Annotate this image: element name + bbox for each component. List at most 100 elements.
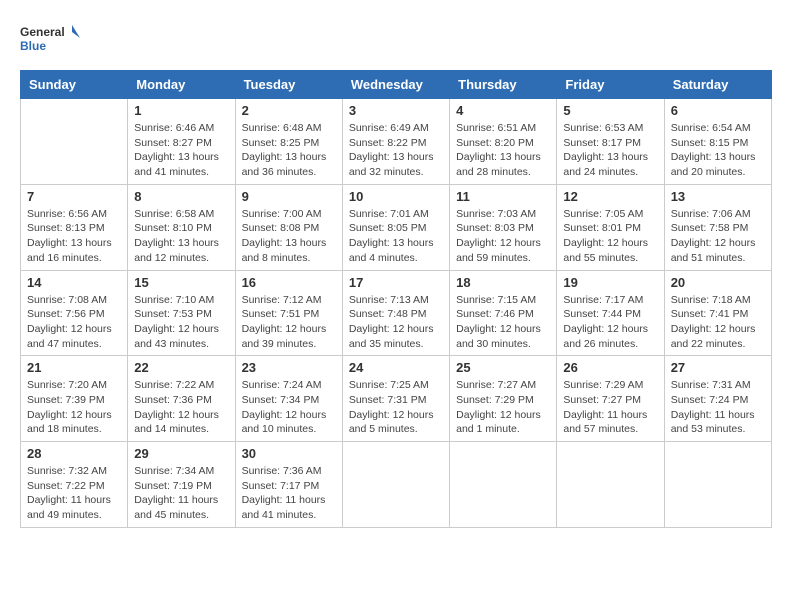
calendar-week-row: 7 Sunrise: 6:56 AMSunset: 8:13 PMDaylight… — [21, 184, 772, 270]
calendar-day-cell: 13Sunrise: 7:06 AMSunset: 7:58 PMDayligh… — [664, 184, 771, 270]
day-number: 18 — [456, 275, 550, 290]
day-number: 23 — [242, 360, 336, 375]
calendar-day-cell: 8Sunrise: 6:58 AMSunset: 8:10 PMDaylight… — [128, 184, 235, 270]
weekday-header-sunday: Sunday — [21, 71, 128, 99]
day-number: 13 — [671, 189, 765, 204]
day-number: 24 — [349, 360, 443, 375]
calendar-day-cell: 11Sunrise: 7:03 AMSunset: 8:03 PMDayligh… — [450, 184, 557, 270]
day-info: Sunrise: 7:00 AMSunset: 8:08 PMDaylight:… — [242, 207, 336, 266]
weekday-header-saturday: Saturday — [664, 71, 771, 99]
weekday-header-friday: Friday — [557, 71, 664, 99]
day-info: Sunrise: 6:56 AMSunset: 8:13 PMDaylight:… — [27, 207, 121, 266]
calendar-week-row: 1 Sunrise: 6:46 AMSunset: 8:27 PMDaylight… — [21, 99, 772, 185]
day-info: Sunrise: 6:58 AMSunset: 8:10 PMDaylight:… — [134, 207, 228, 266]
calendar-week-row: 28 Sunrise: 7:32 AMSunset: 7:22 PMDayligh… — [21, 442, 772, 528]
calendar-day-cell: 7 Sunrise: 6:56 AMSunset: 8:13 PMDaylight… — [21, 184, 128, 270]
weekday-header-monday: Monday — [128, 71, 235, 99]
calendar-empty-cell — [557, 442, 664, 528]
day-info: Sunrise: 7:18 AMSunset: 7:41 PMDaylight:… — [671, 293, 765, 352]
day-info: Sunrise: 7:05 AMSunset: 8:01 PMDaylight:… — [563, 207, 657, 266]
calendar-day-cell: 5Sunrise: 6:53 AMSunset: 8:17 PMDaylight… — [557, 99, 664, 185]
day-info: Sunrise: 7:34 AMSunset: 7:19 PMDaylight:… — [134, 464, 228, 523]
calendar-day-cell: 15 Sunrise: 7:10 AMSunset: 7:53 PMDayligh… — [128, 270, 235, 356]
day-info: Sunrise: 6:48 AMSunset: 8:25 PMDaylight:… — [242, 121, 336, 180]
calendar-week-row: 14 Sunrise: 7:08 AMSunset: 7:56 PMDayligh… — [21, 270, 772, 356]
logo: General Blue — [20, 20, 80, 60]
day-number: 15 — [134, 275, 228, 290]
day-number: 9 — [242, 189, 336, 204]
day-number: 30 — [242, 446, 336, 461]
calendar-day-cell: 19Sunrise: 7:17 AMSunset: 7:44 PMDayligh… — [557, 270, 664, 356]
calendar-day-cell: 21 Sunrise: 7:20 AMSunset: 7:39 PMDayligh… — [21, 356, 128, 442]
day-info: Sunrise: 7:13 AMSunset: 7:48 PMDaylight:… — [349, 293, 443, 352]
calendar-day-cell: 30 Sunrise: 7:36 AMSunset: 7:17 PMDayligh… — [235, 442, 342, 528]
day-number: 6 — [671, 103, 765, 118]
day-info: Sunrise: 7:25 AMSunset: 7:31 PMDaylight:… — [349, 378, 443, 437]
calendar-day-cell: 2 Sunrise: 6:48 AMSunset: 8:25 PMDaylight… — [235, 99, 342, 185]
day-info: Sunrise: 7:12 AMSunset: 7:51 PMDaylight:… — [242, 293, 336, 352]
day-info: Sunrise: 7:29 AMSunset: 7:27 PMDaylight:… — [563, 378, 657, 437]
svg-text:Blue: Blue — [20, 39, 46, 53]
day-number: 26 — [563, 360, 657, 375]
calendar-day-cell: 4 Sunrise: 6:51 AMSunset: 8:20 PMDaylight… — [450, 99, 557, 185]
calendar-day-cell: 24 Sunrise: 7:25 AMSunset: 7:31 PMDayligh… — [342, 356, 449, 442]
calendar-empty-cell — [450, 442, 557, 528]
calendar-day-cell: 16 Sunrise: 7:12 AMSunset: 7:51 PMDayligh… — [235, 270, 342, 356]
day-info: Sunrise: 6:46 AMSunset: 8:27 PMDaylight:… — [134, 121, 228, 180]
day-number: 27 — [671, 360, 765, 375]
calendar-header-row: SundayMondayTuesdayWednesdayThursdayFrid… — [21, 71, 772, 99]
calendar-empty-cell — [664, 442, 771, 528]
day-number: 16 — [242, 275, 336, 290]
day-info: Sunrise: 7:20 AMSunset: 7:39 PMDaylight:… — [27, 378, 121, 437]
day-info: Sunrise: 7:10 AMSunset: 7:53 PMDaylight:… — [134, 293, 228, 352]
day-number: 17 — [349, 275, 443, 290]
calendar-day-cell: 18 Sunrise: 7:15 AMSunset: 7:46 PMDayligh… — [450, 270, 557, 356]
calendar-day-cell: 17 Sunrise: 7:13 AMSunset: 7:48 PMDayligh… — [342, 270, 449, 356]
day-number: 20 — [671, 275, 765, 290]
day-info: Sunrise: 6:51 AMSunset: 8:20 PMDaylight:… — [456, 121, 550, 180]
day-number: 5 — [563, 103, 657, 118]
day-number: 25 — [456, 360, 550, 375]
calendar-table: SundayMondayTuesdayWednesdayThursdayFrid… — [20, 70, 772, 528]
day-info: Sunrise: 7:32 AMSunset: 7:22 PMDaylight:… — [27, 464, 121, 523]
day-number: 2 — [242, 103, 336, 118]
day-info: Sunrise: 7:27 AMSunset: 7:29 PMDaylight:… — [456, 378, 550, 437]
day-info: Sunrise: 7:36 AMSunset: 7:17 PMDaylight:… — [242, 464, 336, 523]
day-info: Sunrise: 7:22 AMSunset: 7:36 PMDaylight:… — [134, 378, 228, 437]
logo-icon: General Blue — [20, 20, 80, 60]
day-number: 1 — [134, 103, 228, 118]
calendar-day-cell: 22Sunrise: 7:22 AMSunset: 7:36 PMDayligh… — [128, 356, 235, 442]
calendar-day-cell: 27 Sunrise: 7:31 AMSunset: 7:24 PMDayligh… — [664, 356, 771, 442]
calendar-day-cell: 1 Sunrise: 6:46 AMSunset: 8:27 PMDaylight… — [128, 99, 235, 185]
day-info: Sunrise: 7:24 AMSunset: 7:34 PMDaylight:… — [242, 378, 336, 437]
day-number: 28 — [27, 446, 121, 461]
day-number: 21 — [27, 360, 121, 375]
weekday-header-thursday: Thursday — [450, 71, 557, 99]
day-info: Sunrise: 7:15 AMSunset: 7:46 PMDaylight:… — [456, 293, 550, 352]
day-number: 7 — [27, 189, 121, 204]
day-info: Sunrise: 6:54 AMSunset: 8:15 PMDaylight:… — [671, 121, 765, 180]
day-number: 11 — [456, 189, 550, 204]
page-header: General Blue — [20, 20, 772, 60]
day-info: Sunrise: 7:08 AMSunset: 7:56 PMDaylight:… — [27, 293, 121, 352]
day-number: 29 — [134, 446, 228, 461]
day-info: Sunrise: 7:31 AMSunset: 7:24 PMDaylight:… — [671, 378, 765, 437]
day-number: 19 — [563, 275, 657, 290]
weekday-header-tuesday: Tuesday — [235, 71, 342, 99]
calendar-day-cell: 26 Sunrise: 7:29 AMSunset: 7:27 PMDayligh… — [557, 356, 664, 442]
calendar-day-cell: 9 Sunrise: 7:00 AMSunset: 8:08 PMDaylight… — [235, 184, 342, 270]
svg-text:General: General — [20, 25, 65, 39]
calendar-day-cell: 25 Sunrise: 7:27 AMSunset: 7:29 PMDayligh… — [450, 356, 557, 442]
calendar-day-cell: 23 Sunrise: 7:24 AMSunset: 7:34 PMDayligh… — [235, 356, 342, 442]
day-number: 14 — [27, 275, 121, 290]
weekday-header-wednesday: Wednesday — [342, 71, 449, 99]
calendar-empty-cell — [342, 442, 449, 528]
calendar-day-cell: 29 Sunrise: 7:34 AMSunset: 7:19 PMDayligh… — [128, 442, 235, 528]
calendar-day-cell: 6 Sunrise: 6:54 AMSunset: 8:15 PMDaylight… — [664, 99, 771, 185]
day-info: Sunrise: 6:49 AMSunset: 8:22 PMDaylight:… — [349, 121, 443, 180]
calendar-week-row: 21 Sunrise: 7:20 AMSunset: 7:39 PMDayligh… — [21, 356, 772, 442]
day-number: 4 — [456, 103, 550, 118]
day-number: 10 — [349, 189, 443, 204]
calendar-day-cell: 12 Sunrise: 7:05 AMSunset: 8:01 PMDayligh… — [557, 184, 664, 270]
day-number: 12 — [563, 189, 657, 204]
